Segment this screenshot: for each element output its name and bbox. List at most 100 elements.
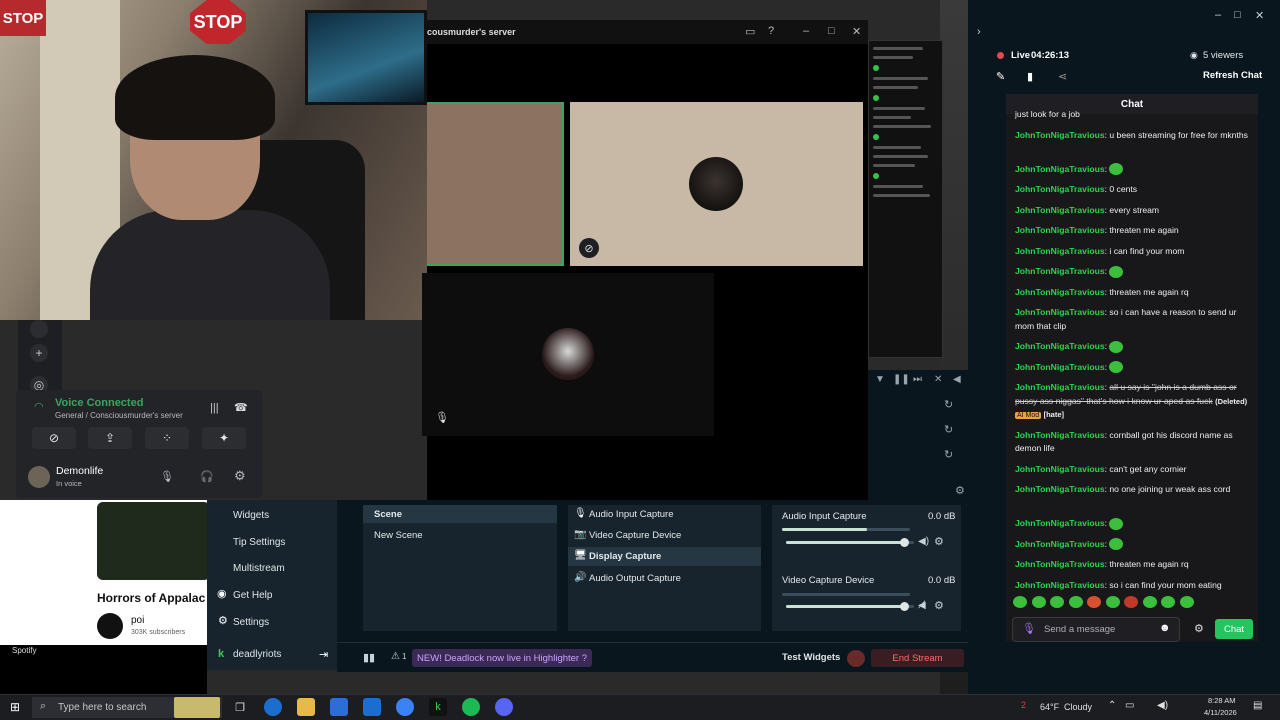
noise-suppression-icon[interactable]: ||| xyxy=(210,402,219,414)
screen-share-button[interactable]: ⇪ xyxy=(88,427,132,449)
video-title[interactable]: Horrors of Appalac xyxy=(97,591,205,605)
mixer-channel-2-gear-icon[interactable]: ⚙ xyxy=(934,599,944,612)
maximize-icon[interactable]: □ xyxy=(828,25,835,37)
mute-alerts-icon[interactable]: ✕ xyxy=(934,374,942,385)
nav-tip-settings[interactable]: Tip Settings xyxy=(233,537,285,548)
clock-date[interactable]: 4/11/2026 xyxy=(1204,708,1237,717)
headphones-icon[interactable]: 🎧 xyxy=(200,470,214,483)
chat-message[interactable]: JohnTonNigaTravious: 0 cents xyxy=(1015,183,1251,197)
source-display-capture[interactable]: Display Capture xyxy=(589,551,661,562)
microphone-icon[interactable]: 🎙 xyxy=(160,470,174,483)
spotify-app-icon[interactable] xyxy=(462,698,480,716)
skip-icon[interactable]: ⏭ xyxy=(913,374,922,385)
quick-emote-icon[interactable] xyxy=(1013,596,1027,608)
window-minimize-icon[interactable]: – xyxy=(1215,9,1221,21)
server-avatar[interactable] xyxy=(30,320,48,338)
toggle-camera-button[interactable]: ⊘ xyxy=(32,427,76,449)
replay-icon-1[interactable]: ↻ xyxy=(944,398,953,411)
chat-message[interactable]: JohnTonNigaTravious: so i can have a rea… xyxy=(1015,306,1251,333)
chat-message[interactable]: JohnTonNigaTravious: can't get any corni… xyxy=(1015,463,1251,477)
window-maximize-icon[interactable]: □ xyxy=(1234,9,1241,21)
end-stream-button[interactable]: End Stream xyxy=(871,649,964,667)
chrome-browser-icon[interactable] xyxy=(396,698,414,716)
quick-emote-icon[interactable] xyxy=(1161,596,1175,608)
quick-emote-icon[interactable] xyxy=(1087,596,1101,608)
chat-username[interactable]: JohnTonNigaTravious xyxy=(1015,164,1105,174)
chat-send-button[interactable]: Chat xyxy=(1215,619,1253,639)
task-view-icon[interactable]: ❐ xyxy=(231,698,249,716)
chat-message[interactable]: JohnTonNigaTravious: xyxy=(1015,538,1251,552)
refresh-chat-button[interactable]: Refresh Chat xyxy=(1203,70,1262,81)
chat-message[interactable]: JohnTonNigaTravious: threaten me again xyxy=(1015,224,1251,238)
mic-icon[interactable]: 🎙 xyxy=(1022,622,1036,635)
username[interactable]: Demonlife xyxy=(56,465,103,477)
volume-icon[interactable]: ◀ xyxy=(953,374,961,385)
weather-desc[interactable]: Cloudy xyxy=(1064,702,1092,712)
mixer-channel-2-volume-slider[interactable] xyxy=(900,602,909,611)
filter-icon[interactable]: ▼ xyxy=(875,374,885,385)
tray-chevron-icon[interactable]: ⌃ xyxy=(1108,700,1116,711)
chat-username[interactable]: JohnTonNigaTravious xyxy=(1015,362,1105,372)
chat-username[interactable]: JohnTonNigaTravious xyxy=(1015,484,1105,494)
chat-message[interactable]: JohnTonNigaTravious: xyxy=(1015,517,1251,531)
chat-username[interactable]: JohnTonNigaTravious xyxy=(1015,559,1105,569)
news-banner[interactable]: NEW! Deadlock now live in Highlighter ? xyxy=(412,649,593,667)
file-explorer-icon[interactable] xyxy=(297,698,315,716)
mixer-channel-1-mute-icon[interactable]: ◀) xyxy=(918,536,929,547)
chat-username[interactable]: JohnTonNigaTravious xyxy=(1015,580,1105,590)
speaker-volume-icon[interactable]: ◀) xyxy=(1157,700,1168,711)
voice-connected-label[interactable]: Voice Connected xyxy=(55,397,143,409)
weather-temp[interactable]: 64°F xyxy=(1040,702,1059,712)
mixer-channel-2-mute-icon[interactable]: ◀̸ xyxy=(918,600,926,611)
chat-message[interactable]: JohnTonNigaTravious: all u say is "john … xyxy=(1015,381,1251,423)
minimize-icon[interactable]: – xyxy=(803,25,809,37)
chat-message[interactable]: JohnTonNigaTravious: u been streaming fo… xyxy=(1015,129,1251,143)
discord-app-icon[interactable] xyxy=(495,698,513,716)
soundboard-button[interactable]: ✦ xyxy=(202,427,246,449)
close-icon[interactable]: ✕ xyxy=(852,25,861,38)
mail-icon[interactable] xyxy=(363,698,381,716)
help-icon[interactable]: ? xyxy=(768,25,774,37)
alert-icon[interactable]: ⚠ xyxy=(391,651,400,662)
chat-input-box[interactable]: 🎙 Send a message ☻ xyxy=(1012,617,1180,642)
action-center-icon[interactable]: ▤ xyxy=(1253,700,1262,711)
chat-message[interactable]: JohnTonNigaTravious: every stream xyxy=(1015,204,1251,218)
chat-message[interactable]: JohnTonNigaTravious: xyxy=(1015,361,1251,375)
nav-multistream[interactable]: Multistream xyxy=(233,563,285,574)
user-settings-gear-icon[interactable]: ⚙ xyxy=(234,468,246,484)
quick-emote-icon[interactable] xyxy=(1050,596,1064,608)
collapse-chevron-icon[interactable]: › xyxy=(977,26,981,38)
quick-emote-icon[interactable] xyxy=(1124,596,1138,608)
add-server-icon[interactable]: + xyxy=(30,344,48,362)
chat-message[interactable]: JohnTonNigaTravious: no one joining ur w… xyxy=(1015,483,1251,497)
share-icon[interactable]: ⋖ xyxy=(1058,70,1067,83)
chat-username[interactable]: JohnTonNigaTravious xyxy=(1015,464,1105,474)
chat-message[interactable]: JohnTonNigaTravious: threaten me again r… xyxy=(1015,286,1251,300)
source-video-capture[interactable]: Video Capture Device xyxy=(589,530,681,541)
replay-icon-3[interactable]: ↻ xyxy=(944,448,953,461)
nav-get-help[interactable]: Get Help xyxy=(233,590,272,601)
chat-username[interactable]: JohnTonNigaTravious xyxy=(1015,518,1105,528)
chat-message[interactable]: JohnTonNigaTravious: xyxy=(1015,265,1251,279)
clock-time[interactable]: 8:28 AM xyxy=(1208,696,1236,705)
scene-item[interactable]: New Scene xyxy=(374,530,423,541)
quick-emote-icon[interactable] xyxy=(1142,596,1157,608)
window-close-icon[interactable]: ✕ xyxy=(1255,9,1264,22)
chat-username[interactable]: JohnTonNigaTravious xyxy=(1015,225,1105,235)
chat-input-placeholder[interactable]: Send a message xyxy=(1044,624,1115,635)
logout-icon[interactable]: ⇥ xyxy=(319,648,328,661)
edit-pencil-icon[interactable]: ✎ xyxy=(996,70,1005,83)
chat-username[interactable]: JohnTonNigaTravious xyxy=(1015,205,1105,215)
chat-username[interactable]: JohnTonNigaTravious xyxy=(1015,184,1105,194)
test-widgets-button[interactable]: Test Widgets xyxy=(782,652,840,663)
chat-username[interactable]: JohnTonNigaTravious xyxy=(1015,430,1105,440)
activities-button[interactable]: ⁘ xyxy=(145,427,189,449)
chat-username[interactable]: JohnTonNigaTravious xyxy=(1015,341,1105,351)
chat-username[interactable]: JohnTonNigaTravious xyxy=(1015,246,1105,256)
chat-username[interactable]: JohnTonNigaTravious xyxy=(1015,266,1105,276)
source-audio-output[interactable]: Audio Output Capture xyxy=(589,573,681,584)
video-tile-speaking[interactable] xyxy=(427,102,564,266)
video-tile-participant[interactable]: ⊘ xyxy=(570,102,863,266)
quick-emote-icon[interactable] xyxy=(1105,596,1120,608)
edge-browser-icon[interactable] xyxy=(264,698,282,716)
